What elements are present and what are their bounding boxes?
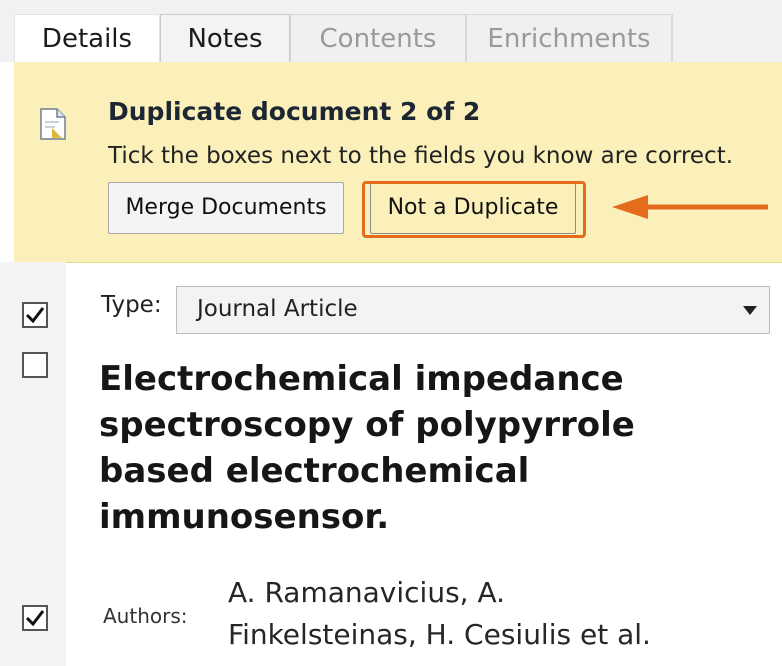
authors-value[interactable]: A. Ramanavicius, A. Finkelsteinas, H. Ce… xyxy=(228,572,748,656)
checkmark-icon xyxy=(25,610,45,627)
document-icon xyxy=(40,108,66,140)
title-line: Electrochemical impedance xyxy=(99,359,624,399)
type-select[interactable]: Journal Article xyxy=(176,286,770,334)
not-a-duplicate-button[interactable]: Not a Duplicate xyxy=(370,182,576,234)
checkmark-icon xyxy=(25,307,45,324)
authors-line: A. Ramanavicius, A. xyxy=(228,576,506,609)
duplicate-title: Duplicate document 2 of 2 xyxy=(108,97,481,126)
authors-label: Authors: xyxy=(103,604,188,628)
dropdown-arrow-icon xyxy=(743,306,757,315)
tab-enrichments[interactable]: Enrichments xyxy=(466,14,672,62)
title-checkbox[interactable] xyxy=(22,352,48,378)
tab-contents[interactable]: Contents xyxy=(290,14,466,62)
type-value: Journal Article xyxy=(197,296,358,322)
tab-details[interactable]: Details xyxy=(14,14,160,62)
type-label: Type: xyxy=(101,292,162,318)
title-line: immunosensor. xyxy=(99,497,390,537)
tab-bar-filler xyxy=(672,14,782,62)
tab-bar: Details Notes Contents Enrichments xyxy=(0,0,782,62)
merge-documents-button[interactable]: Merge Documents xyxy=(108,182,344,234)
document-title[interactable]: Electrochemical impedance spectroscopy o… xyxy=(99,356,699,540)
authors-line: Finkelsteinas, H. Cesiulis et al. xyxy=(228,618,651,651)
duplicate-notification: Duplicate document 2 of 2 Tick the boxes… xyxy=(14,62,782,263)
type-checkbox[interactable] xyxy=(22,302,48,328)
title-line: based electrochemical xyxy=(99,451,530,491)
arrow-left-icon xyxy=(612,195,768,219)
authors-checkbox[interactable] xyxy=(22,605,48,631)
tab-notes[interactable]: Notes xyxy=(160,14,290,62)
duplicate-hint: Tick the boxes next to the fields you kn… xyxy=(108,143,734,169)
title-line: spectroscopy of polypyrrole xyxy=(99,405,635,445)
